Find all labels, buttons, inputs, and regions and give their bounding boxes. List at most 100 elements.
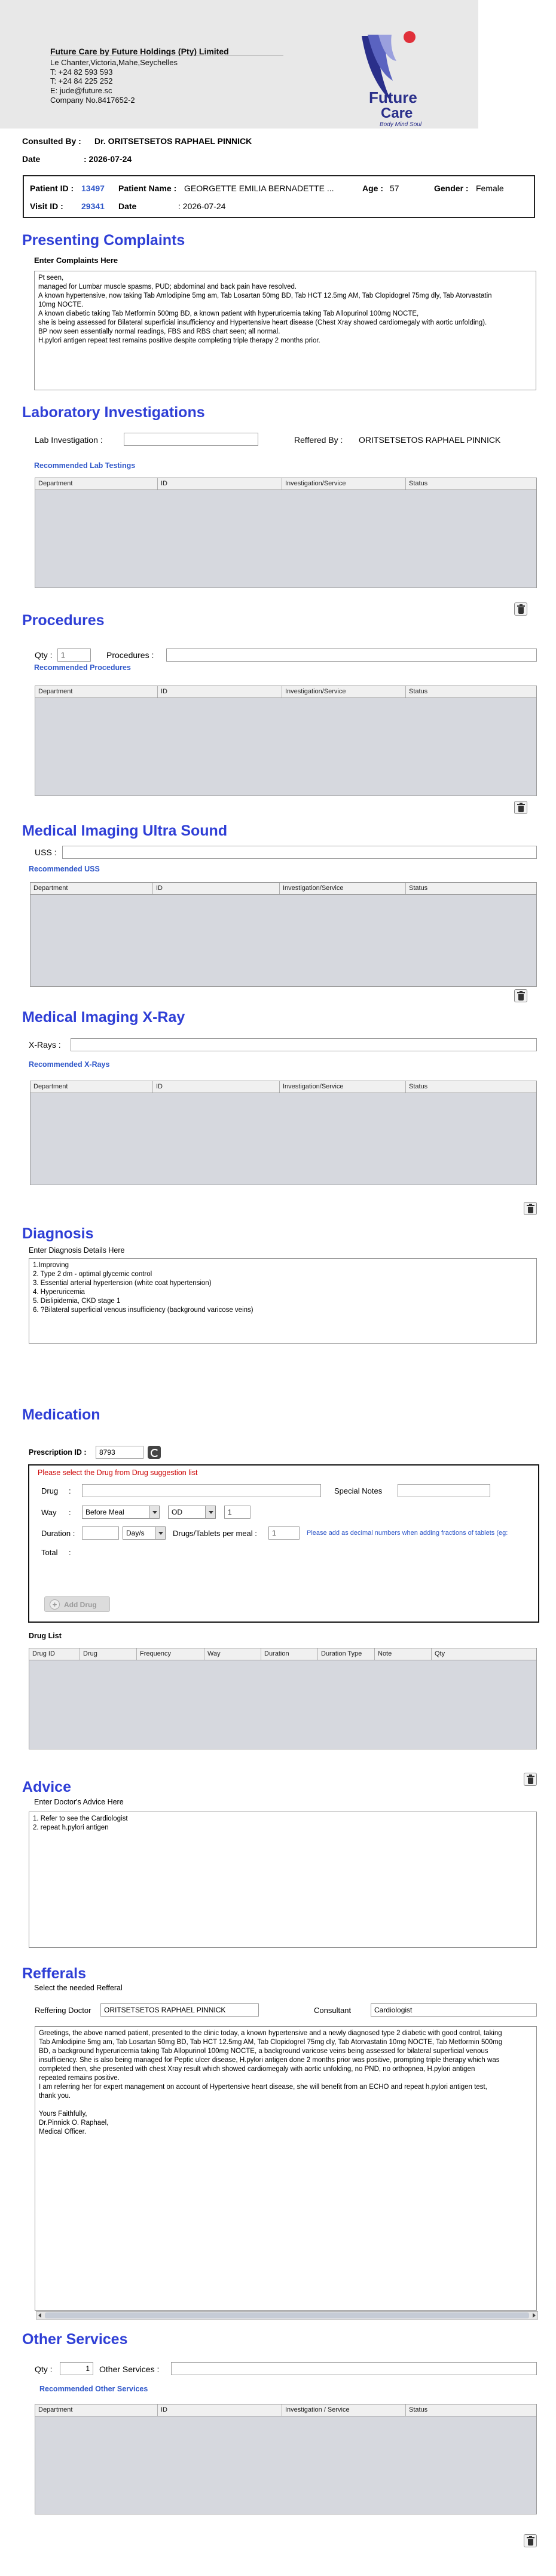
lab-grid[interactable]: Department ID Investigation/Service Stat… <box>35 478 537 588</box>
diagnosis-line: 6. ?Bilateral superficial venous insuffi… <box>33 1307 253 1314</box>
prescription-id-input[interactable]: 8793 <box>96 1446 143 1459</box>
duration-input[interactable] <box>82 1526 119 1540</box>
complaint-line: H.pylori antigen repeat test remains pos… <box>38 337 320 344</box>
col-investigation: Investigation / Service <box>282 2404 406 2416</box>
col-department: Department <box>35 2404 158 2416</box>
procedures-qty-input[interactable]: 1 <box>57 648 91 662</box>
col-department: Department <box>30 1081 153 1093</box>
advice-title: Advice <box>22 1779 71 1795</box>
col-id: ID <box>158 686 282 697</box>
patient-id-value[interactable]: 13497 <box>81 183 105 193</box>
refresh-icon[interactable] <box>148 1446 161 1459</box>
drug-list-header: Drug ID Drug Frequency Way Duration Duration … <box>29 1648 536 1660</box>
xray-grid[interactable]: Department ID Investigation/Service Stat… <box>30 1081 537 1185</box>
way-colon: : <box>69 1508 71 1517</box>
visit-id-value[interactable]: 29341 <box>81 201 105 211</box>
complaints-title: Presenting Complaints <box>22 232 185 249</box>
drug-input[interactable] <box>82 1484 321 1497</box>
drug-label: Drug <box>41 1486 59 1495</box>
way-select[interactable]: Before Meal <box>82 1506 160 1519</box>
col-investigation: Investigation/Service <box>282 686 406 697</box>
scroll-left-icon[interactable] <box>36 2312 44 2318</box>
referral-line: BD, a background hyperuricemia taking Ta… <box>39 2048 488 2055</box>
visit-date-value: : 2026-07-24 <box>178 201 226 211</box>
recommended-uss-link[interactable]: Recommended USS <box>29 865 100 873</box>
consulted-by-label: Consulted By : <box>22 136 81 146</box>
total-label: Total <box>41 1548 58 1557</box>
drug-list-grid[interactable]: Drug ID Drug Frequency Way Duration Duration … <box>29 1648 537 1749</box>
advice-subtitle: Enter Doctor's Advice Here <box>34 1798 124 1806</box>
col-department: Department <box>35 478 158 489</box>
other-services-input[interactable] <box>171 2362 537 2375</box>
diagnosis-line: 1.Improving <box>33 1262 69 1269</box>
uss-grid[interactable]: Department ID Investigation/Service Stat… <box>30 882 537 987</box>
frequency-value: OD <box>172 1508 182 1516</box>
scroll-right-icon[interactable] <box>530 2312 537 2318</box>
recommended-xray-link[interactable]: Recommended X-Rays <box>29 1060 109 1069</box>
add-drug-button[interactable]: + Add Drug <box>44 1596 110 1612</box>
referral-line: I am referring her for expert management… <box>39 2084 487 2091</box>
advice-line: 2. repeat h.pylori antigen <box>33 1824 109 1831</box>
chevron-down-icon <box>155 1527 165 1539</box>
procedures-input[interactable] <box>166 648 537 662</box>
referral-letter-textarea[interactable]: Greetings, the above named patient, pres… <box>35 2026 537 2311</box>
uss-input[interactable] <box>62 846 537 859</box>
drug-list-trash-icon[interactable] <box>524 1773 537 1786</box>
scroll-thumb[interactable] <box>45 2312 529 2318</box>
visit-id-label: Visit ID : <box>30 201 63 211</box>
lab-investigation-input[interactable] <box>124 433 258 446</box>
lab-trash-icon[interactable] <box>514 602 527 616</box>
drug-list-col: Drug ID <box>29 1648 80 1660</box>
procedures-grid-header: Department ID Investigation/Service Stat… <box>35 686 536 698</box>
diagnosis-textarea[interactable]: 1.Improving 2. Type 2 dm - optimal glycem… <box>29 1258 537 1344</box>
duration-unit-value: Day/s <box>126 1529 145 1537</box>
xray-input[interactable] <box>71 1038 537 1051</box>
recommended-other-services-link[interactable]: Recommended Other Services <box>39 2385 148 2393</box>
company-email: E: jude@future.sc <box>50 86 112 95</box>
col-status: Status <box>409 2406 428 2413</box>
xray-trash-icon[interactable] <box>524 1202 537 1215</box>
other-services-trash-icon[interactable] <box>524 2534 537 2547</box>
company-phone-2: T: +24 84 225 252 <box>50 77 113 85</box>
diagnosis-title: Diagnosis <box>22 1225 94 1242</box>
col-department: Department <box>35 686 158 697</box>
procedures-trash-icon[interactable] <box>514 801 527 814</box>
referral-horizontal-scrollbar[interactable] <box>36 2311 538 2320</box>
per-meal-label: Drugs/Tablets per meal : <box>173 1529 257 1538</box>
xray-label: X-Rays : <box>29 1040 61 1050</box>
decimal-hint: Please add as decimal numbers when addin… <box>307 1529 508 1537</box>
medication-title: Medication <box>22 1406 100 1423</box>
patient-age-value: 57 <box>390 183 399 193</box>
complaints-textarea[interactable]: Pt seen, managed for Lumbar muscle spasms… <box>34 271 536 390</box>
recommended-lab-link[interactable]: Recommended Lab Testings <box>34 461 135 470</box>
col-status: Status <box>409 1083 428 1090</box>
uss-trash-icon[interactable] <box>514 989 527 1002</box>
drug-list-col: Qty <box>435 1650 445 1657</box>
drug-list-col: Drug <box>80 1648 137 1660</box>
complaint-line: A known diabetic taking Tab Metformin 50… <box>38 310 419 317</box>
frequency-qty-input[interactable]: 1 <box>224 1506 250 1519</box>
other-qty-input[interactable]: 1 <box>60 2362 93 2375</box>
frequency-select[interactable]: OD <box>168 1506 216 1519</box>
referral-line: Medical Officer. <box>39 2128 87 2136</box>
referral-line: Tab Amlodipine 5mg am, Tab Losartan 50mg… <box>39 2039 503 2046</box>
consultant-label: Consultant <box>314 2006 352 2015</box>
special-notes-input[interactable] <box>398 1484 490 1497</box>
duration-unit-select[interactable]: Day/s <box>123 1526 166 1540</box>
consult-date-label: Date <box>22 154 41 164</box>
uss-grid-header: Department ID Investigation/Service Stat… <box>30 883 536 895</box>
advice-textarea[interactable]: 1. Refer to see the Cardiologist 2. repea… <box>29 1812 537 1948</box>
patient-gender-value: Female <box>476 183 504 193</box>
referral-line: insufficiency. She is also being managed… <box>39 2057 500 2064</box>
company-number: Company No.8417652-2 <box>50 96 135 105</box>
other-services-grid[interactable]: Department ID Investigation / Service St… <box>35 2404 537 2514</box>
diagnosis-line: 4. Hyperuricemia <box>33 1289 85 1296</box>
per-meal-input[interactable]: 1 <box>268 1526 300 1540</box>
recommended-procedures-link[interactable]: Recommended Procedures <box>34 663 131 672</box>
col-status: Status <box>409 885 428 892</box>
consulted-by-value: Dr. ORITSETSETOS RAPHAEL PINNICK <box>94 136 252 146</box>
procedures-grid[interactable]: Department ID Investigation/Service Stat… <box>35 686 537 796</box>
consultant-input[interactable]: Cardiologist <box>371 2003 537 2017</box>
referring-doctor-input[interactable]: ORITSETSETOS RAPHAEL PINNICK <box>100 2003 259 2017</box>
col-status: Status <box>409 480 428 487</box>
